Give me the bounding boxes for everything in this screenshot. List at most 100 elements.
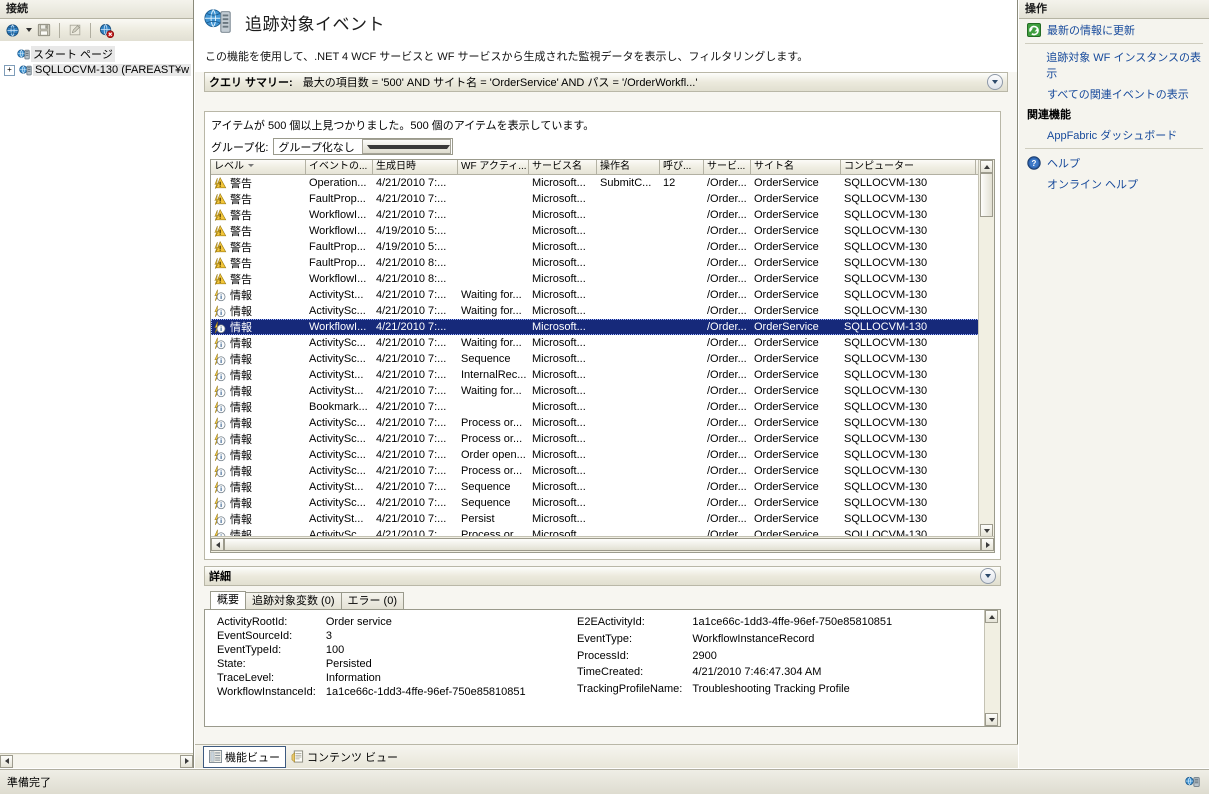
details-header-bar[interactable]: 詳細 bbox=[204, 566, 1001, 586]
warning-icon bbox=[214, 240, 227, 254]
tab-features-view[interactable]: 機能ビュー bbox=[203, 745, 286, 768]
table-row[interactable]: 情報 ActivitySc... 4/21/2010 7:... Process or… bbox=[211, 431, 994, 447]
details-tab[interactable]: 追跡対象変数 (0) bbox=[245, 592, 342, 609]
table-row[interactable]: 情報 ActivitySt... 4/21/2010 7:... Persist Mic… bbox=[211, 511, 994, 527]
grid-scroll-up-button[interactable] bbox=[980, 160, 993, 173]
table-row[interactable]: 警告 WorkflowI... 4/21/2010 8:... Microsoft..… bbox=[211, 271, 994, 287]
table-cell-service: Microsoft... bbox=[532, 337, 586, 349]
action-item[interactable]: すべての関連イベントの表示 bbox=[1019, 83, 1209, 104]
disconnect-icon[interactable] bbox=[96, 21, 116, 40]
tree-expander-icon[interactable]: + bbox=[4, 64, 15, 76]
details-tabstrip[interactable]: 概要 追跡対象変数 (0) エラー (0) bbox=[204, 591, 1001, 609]
scroll-left-button[interactable] bbox=[0, 754, 13, 768]
details-content: ActivityRootId: Order service EventSourceI… bbox=[204, 609, 1001, 727]
column-header[interactable]: サービ... bbox=[704, 160, 751, 174]
table-row[interactable]: 情報 ActivitySc... 4/21/2010 7:... Waiting fo… bbox=[211, 303, 994, 319]
table-row[interactable]: 情報 ActivitySt... 4/21/2010 7:... Waiting fo… bbox=[211, 287, 994, 303]
column-header[interactable]: サイト名 bbox=[751, 160, 841, 174]
table-row[interactable]: 情報 Bookmark... 4/21/2010 7:... Microsoft...… bbox=[211, 399, 994, 415]
group-by-dropdown-button[interactable] bbox=[361, 139, 452, 154]
details-scroll-down-button[interactable] bbox=[985, 713, 998, 726]
table-row[interactable]: 情報 ActivitySc... 4/21/2010 7:... Waiting fo… bbox=[211, 335, 994, 351]
connections-horizontal-scrollbar[interactable] bbox=[0, 753, 193, 768]
info-icon bbox=[214, 385, 227, 398]
column-header[interactable]: イベントの... bbox=[306, 160, 373, 174]
query-summary-bar[interactable]: クエリ サマリー: 最大の項目数 = '500' AND サイト名 = 'Ord… bbox=[204, 72, 1008, 92]
actions-list[interactable]: 最新の情報に更新 追跡対象 WF インスタンスの表示 すべての関連イベントの表示 関連… bbox=[1019, 19, 1209, 194]
save-icon[interactable] bbox=[34, 21, 54, 40]
action-item[interactable]: AppFabric ダッシュボード bbox=[1019, 124, 1209, 145]
table-cell-svc_path: /Order... bbox=[707, 241, 747, 253]
table-row[interactable]: 情報 ActivitySt... 4/21/2010 7:... Waiting fo… bbox=[211, 383, 994, 399]
scroll-track[interactable] bbox=[13, 754, 180, 768]
action-item[interactable]: 追跡対象 WF インスタンスの表示 bbox=[1019, 47, 1209, 83]
scroll-right-button[interactable] bbox=[180, 754, 193, 768]
query-expand-button[interactable] bbox=[987, 74, 1003, 90]
action-item-label: すべての関連イベントの表示 bbox=[1047, 88, 1189, 101]
events-grid-header[interactable]: レベル イベントの... 生成日時 WF アクティ... サービス名 操作名 呼び... サー… bbox=[211, 160, 994, 175]
tab-content-view[interactable]: コンテンツ ビュー bbox=[286, 747, 403, 767]
status-bar: 準備完了 bbox=[0, 769, 1209, 794]
table-row[interactable]: 情報 ActivitySt... 4/21/2010 7:... InternalRe… bbox=[211, 367, 994, 383]
table-cell-site: OrderService bbox=[754, 257, 819, 269]
table-row[interactable]: 警告 FaultProp... 4/19/2010 5:... Microsoft..… bbox=[211, 239, 994, 255]
action-item[interactable]: オンライン ヘルプ bbox=[1019, 173, 1209, 194]
details-tab[interactable]: 概要 bbox=[210, 591, 246, 609]
details-collapse-button[interactable] bbox=[980, 568, 996, 584]
grid-scroll-right-button[interactable] bbox=[981, 538, 994, 551]
table-cell-level-label: 警告 bbox=[230, 226, 252, 238]
table-row[interactable]: 情報 WorkflowI... 4/21/2010 7:... Microsoft..… bbox=[211, 319, 994, 335]
table-row[interactable]: 警告 Operation... 4/21/2010 7:... Microsoft..… bbox=[211, 175, 994, 191]
table-row[interactable]: 警告 FaultProp... 4/21/2010 7:... Microsoft..… bbox=[211, 191, 994, 207]
table-row[interactable]: 情報 ActivitySc... 4/21/2010 7:... Sequence Mi… bbox=[211, 351, 994, 367]
connect-icon[interactable] bbox=[3, 21, 23, 40]
action-item[interactable]: 最新の情報に更新 bbox=[1019, 19, 1209, 40]
table-cell-created: 4/21/2010 8:... bbox=[376, 273, 447, 285]
edit-icon[interactable] bbox=[65, 21, 85, 40]
table-row[interactable]: 情報 ActivitySc... 4/21/2010 7:... Order open… bbox=[211, 447, 994, 463]
tree-item-start-page[interactable]: スタート ページ bbox=[0, 46, 193, 62]
column-header[interactable]: レベル bbox=[211, 160, 306, 174]
table-row[interactable]: 情報 ActivitySc... 4/21/2010 7:... Process or… bbox=[211, 463, 994, 479]
grid-scroll-left-button[interactable] bbox=[211, 538, 224, 551]
table-cell-level: 情報 bbox=[211, 431, 306, 447]
detail-field-value: Persisted bbox=[325, 658, 372, 670]
table-cell-level: 情報 bbox=[211, 511, 306, 527]
toolbar-separator bbox=[59, 22, 60, 38]
column-header[interactable]: 操作名 bbox=[597, 160, 660, 174]
action-item-label: AppFabric ダッシュボード bbox=[1047, 129, 1178, 142]
table-row[interactable]: 情報 ActivitySc... 4/21/2010 7:... Process or… bbox=[211, 415, 994, 431]
table-row[interactable]: 警告 WorkflowI... 4/19/2010 5:... Microsoft..… bbox=[211, 223, 994, 239]
events-grid-body[interactable]: 警告 Operation... 4/21/2010 7:... Microsoft..… bbox=[211, 175, 994, 537]
connections-tree[interactable]: スタート ページ + SQLLOCVM-130 (FAREAST¥w bbox=[0, 41, 193, 754]
column-header[interactable]: コンピューター bbox=[841, 160, 976, 174]
grid-vertical-scroll-thumb[interactable] bbox=[980, 173, 993, 217]
tree-item-server[interactable]: + SQLLOCVM-130 (FAREAST¥w bbox=[0, 62, 193, 78]
detail-field-value: Information bbox=[325, 672, 381, 684]
grid-horizontal-scroll-thumb[interactable] bbox=[224, 538, 981, 551]
table-cell-created: 4/21/2010 7:... bbox=[376, 193, 447, 205]
refresh-icon bbox=[1027, 22, 1041, 37]
details-tab[interactable]: エラー (0) bbox=[340, 592, 404, 609]
events-grid[interactable]: レベル イベントの... 生成日時 WF アクティ... サービス名 操作名 呼び... サー… bbox=[210, 159, 995, 553]
toolbar-separator-2 bbox=[90, 22, 91, 38]
table-cell-svc_path: /Order... bbox=[707, 289, 747, 301]
table-cell-site: OrderService bbox=[754, 305, 819, 317]
table-row[interactable]: 情報 ActivitySc... 4/21/2010 7:... Sequence Mi… bbox=[211, 495, 994, 511]
table-cell-service: Microsoft... bbox=[532, 513, 586, 525]
table-row[interactable]: 警告 WorkflowI... 4/21/2010 7:... Microsoft..… bbox=[211, 207, 994, 223]
grid-vertical-scrollbar[interactable] bbox=[978, 160, 994, 537]
column-header[interactable]: 生成日時 bbox=[373, 160, 458, 174]
action-item[interactable]: ? ヘルプ bbox=[1019, 152, 1209, 173]
details-scroll-up-button[interactable] bbox=[985, 610, 998, 623]
column-header[interactable]: 呼び... bbox=[660, 160, 704, 174]
column-header[interactable]: WF アクティ... bbox=[458, 160, 529, 174]
table-row[interactable]: 警告 FaultProp... 4/21/2010 8:... Microsoft..… bbox=[211, 255, 994, 271]
table-row[interactable]: 情報 ActivitySt... 4/21/2010 7:... Sequence Mi… bbox=[211, 479, 994, 495]
details-vertical-scrollbar[interactable] bbox=[984, 610, 1000, 726]
grid-horizontal-scrollbar[interactable] bbox=[211, 536, 994, 552]
detail-field-value: 4/21/2010 7:46:47.304 AM bbox=[692, 666, 822, 679]
group-by-select[interactable]: グループ化なし bbox=[273, 138, 454, 155]
connect-dropdown-caret[interactable] bbox=[26, 28, 32, 32]
column-header[interactable]: サービス名 bbox=[529, 160, 597, 174]
